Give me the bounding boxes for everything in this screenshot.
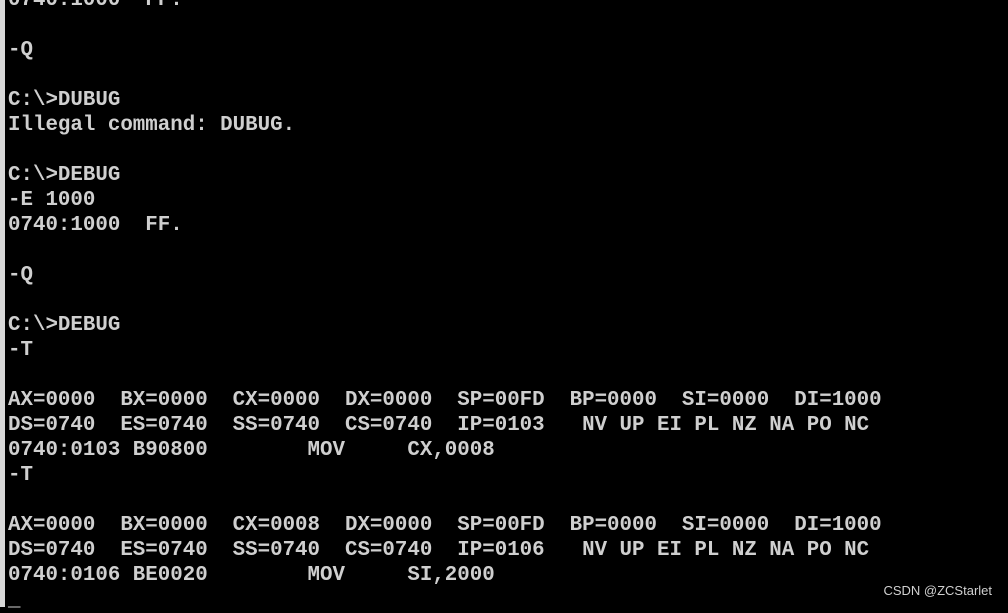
terminal-line: C:\>DEBUG (8, 164, 121, 187)
terminal-line: 0740:0103 B90800 MOV CX,0008 (8, 439, 495, 462)
terminal-line: 0740:1000 FF. (8, 0, 183, 12)
terminal-line: 0740:0106 BE0020 MOV SI,2000 (8, 564, 495, 587)
terminal-line: DS=0740 ES=0740 SS=0740 CS=0740 IP=0106 … (8, 539, 870, 562)
terminal-line: _ (8, 589, 21, 612)
terminal-line: -E 1000 (8, 189, 96, 212)
terminal-line: AX=0000 BX=0000 CX=0008 DX=0000 SP=00FD … (8, 514, 882, 537)
terminal-line: DS=0740 ES=0740 SS=0740 CS=0740 IP=0103 … (8, 414, 870, 437)
terminal-line: AX=0000 BX=0000 CX=0000 DX=0000 SP=00FD … (8, 389, 882, 412)
terminal-line: C:\>DEBUG (8, 314, 121, 337)
terminal-line: -T (8, 464, 33, 487)
window-edge (0, 0, 5, 607)
terminal-line: -T (8, 339, 33, 362)
terminal-line: -Q (8, 39, 33, 62)
terminal-line: Illegal command: DUBUG. (8, 114, 296, 137)
terminal-line: 0740:1000 FF. (8, 214, 183, 237)
terminal-line: C:\>DUBUG (8, 89, 121, 112)
dos-terminal[interactable]: 0740:1000 FF. -Q C:\>DUBUG Illegal command:… (8, 0, 882, 613)
watermark: CSDN @ZCStarlet (883, 583, 992, 598)
terminal-line: -Q (8, 264, 33, 287)
